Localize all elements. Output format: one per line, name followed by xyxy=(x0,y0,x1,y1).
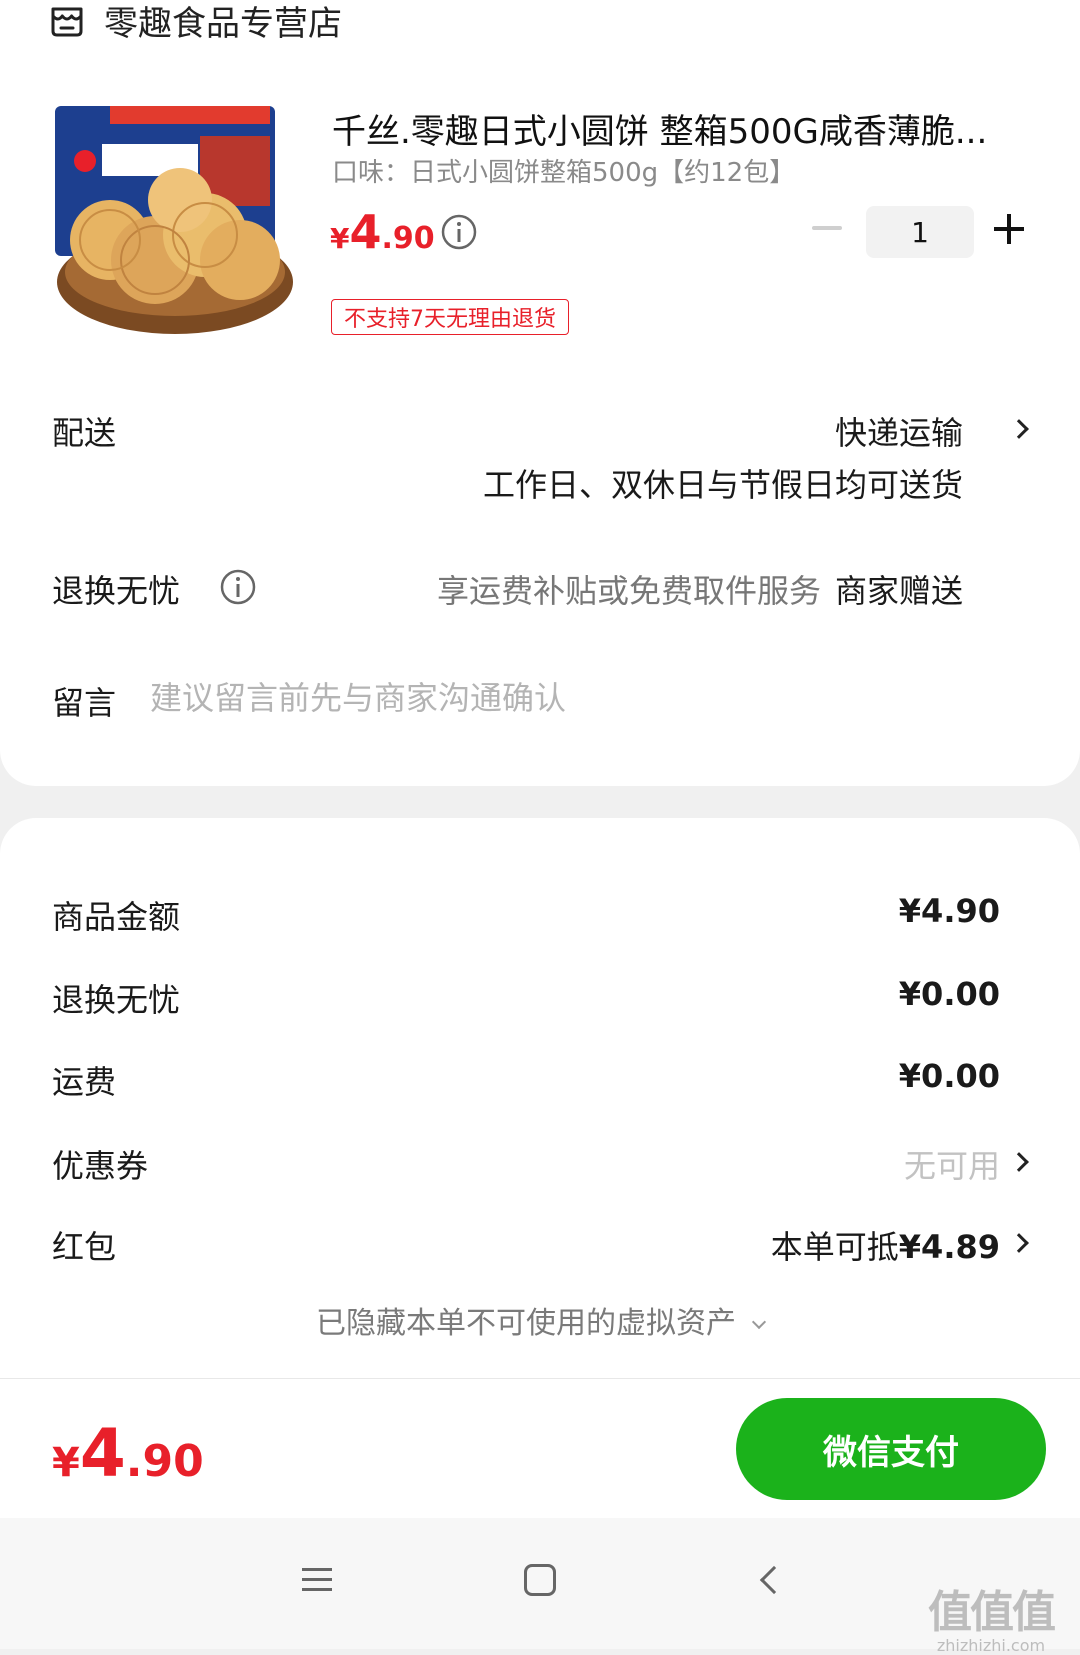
exchange-fee-value: ¥0.00 xyxy=(898,975,1000,1013)
exchange-provider: 商家赠送 xyxy=(834,572,963,610)
info-icon[interactable] xyxy=(219,568,257,606)
watermark-url: zhizhizhi.com xyxy=(936,1636,1046,1655)
info-icon[interactable] xyxy=(440,213,478,251)
shipping-label: 运费 xyxy=(52,1063,117,1101)
system-nav-bar: 值值值 zhizhizhi.com xyxy=(0,1518,1080,1655)
hidden-assets-text: 已隐藏本单不可使用的虚拟资产 xyxy=(316,1306,736,1341)
goods-amount-label: 商品金额 xyxy=(52,898,181,936)
product-price: ¥ 4 .90 xyxy=(330,205,435,259)
biscuit-product-image[interactable] xyxy=(50,100,300,345)
chevron-down-icon xyxy=(751,1314,767,1330)
coupon-label: 优惠券 xyxy=(52,1147,149,1185)
wechat-pay-button[interactable]: 微信支付 xyxy=(736,1398,1046,1500)
quantity-increment-button[interactable] xyxy=(994,214,1024,244)
redpacket-prefix: 本单可抵 xyxy=(770,1228,899,1266)
goods-amount-value: ¥4.90 xyxy=(898,892,1000,930)
hidden-assets-toggle[interactable]: 已隐藏本单不可使用的虚拟资产 xyxy=(0,1298,1080,1342)
product-variant[interactable]: 口味：日式小圆饼整箱500g【约12包】 xyxy=(332,152,795,189)
product-title[interactable]: 千丝.零趣日式小圆饼 整箱500G咸香薄脆... xyxy=(332,104,1032,153)
quantity-decrement-button[interactable] xyxy=(812,226,842,230)
watermark-logo: 值值值 xyxy=(928,1587,1056,1638)
coupon-value[interactable]: 无可用 xyxy=(904,1141,1000,1187)
delivery-label: 配送 xyxy=(52,414,117,452)
exchange-fee-label: 退换无忧 xyxy=(52,981,181,1019)
return-policy-badge: 不支持7天无理由退货 xyxy=(331,299,569,335)
store-name: 零趣食品专营店 xyxy=(104,3,342,44)
exchange-description: 享运费补贴或免费取件服务 商家赠送 xyxy=(437,566,963,612)
total-integer: 4 xyxy=(79,1415,126,1492)
redpacket-value[interactable]: 本单可抵¥4.89 xyxy=(771,1222,1000,1268)
menu-icon[interactable] xyxy=(302,1566,332,1594)
total-price: ¥ 4 .90 xyxy=(52,1415,204,1492)
back-icon[interactable] xyxy=(759,1565,789,1595)
exchange-label: 退换无忧 xyxy=(52,572,181,610)
chevron-right-icon[interactable] xyxy=(1009,419,1029,439)
delivery-method[interactable]: 快递运输 xyxy=(835,408,963,454)
price-currency: ¥ xyxy=(330,222,350,255)
total-currency: ¥ xyxy=(52,1440,80,1486)
note-label: 留言 xyxy=(52,684,117,722)
store-icon xyxy=(51,7,83,37)
total-decimal: .90 xyxy=(125,1436,204,1487)
note-input[interactable] xyxy=(150,676,850,720)
exchange-service-text: 享运费补贴或免费取件服务 xyxy=(436,572,821,610)
order-card: 零趣食品专营店 千丝.零趣日式小圆饼 整箱500G咸香薄脆... 口味：日式小圆… xyxy=(0,0,1080,786)
delivery-schedule: 工作日、双休日与节假日均可送货 xyxy=(482,466,963,504)
price-integer: 4 xyxy=(349,205,382,259)
price-decimal: .90 xyxy=(381,221,435,256)
store-header[interactable]: 零趣食品专营店 xyxy=(48,0,342,44)
quantity-input[interactable]: 1 xyxy=(866,206,974,258)
watermark: 值值值 zhizhizhi.com xyxy=(928,1576,1056,1655)
checkout-bar: ¥ 4 .90 微信支付 xyxy=(0,1378,1080,1518)
home-icon[interactable] xyxy=(524,1564,556,1596)
redpacket-amount: ¥4.89 xyxy=(898,1228,1000,1266)
redpacket-label: 红包 xyxy=(52,1228,117,1266)
shipping-value: ¥0.00 xyxy=(898,1057,1000,1095)
